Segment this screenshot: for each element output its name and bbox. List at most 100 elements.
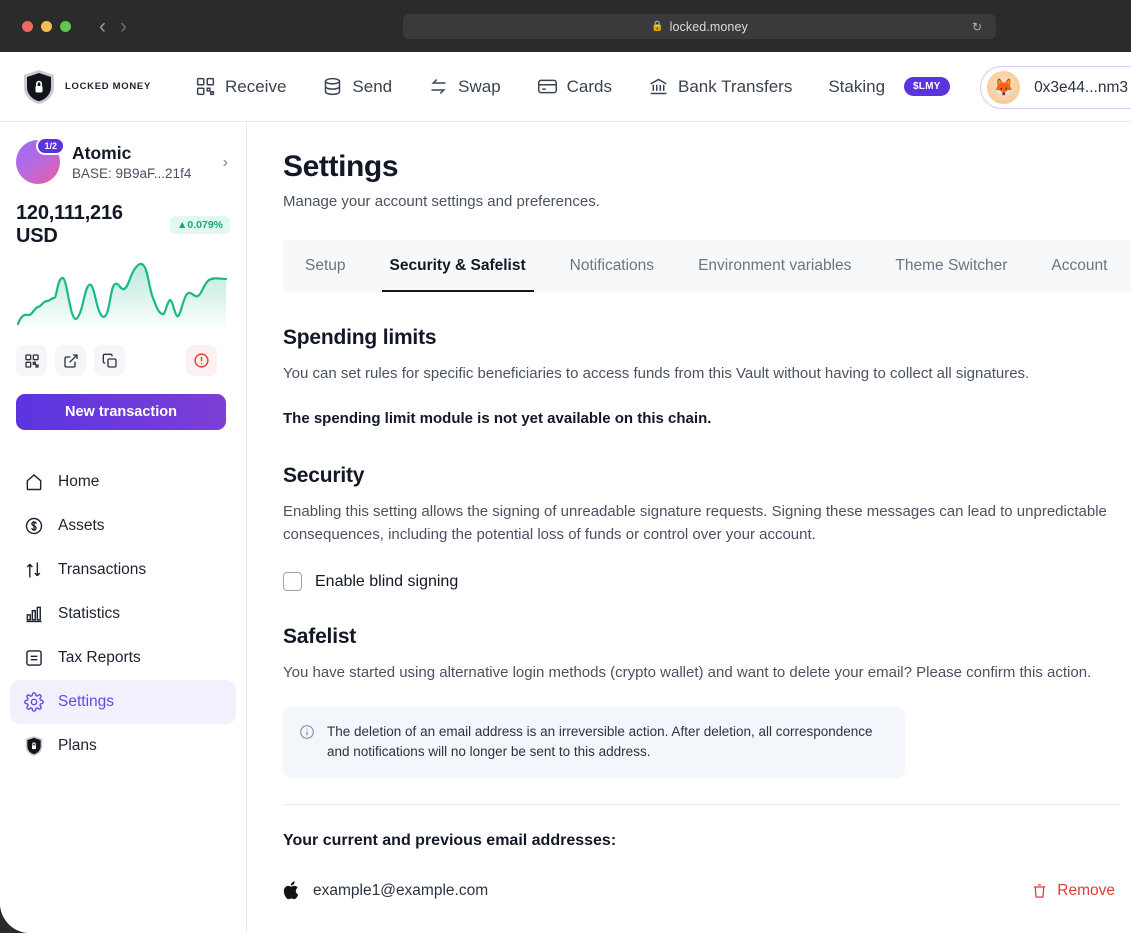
security-heading: Security <box>283 464 1121 488</box>
nav-label: Swap <box>458 77 501 97</box>
tab-setup[interactable]: Setup <box>283 240 368 292</box>
sidebar-item-label: Settings <box>58 693 114 711</box>
wallet-chip[interactable]: 🦊 0x3e44...nm3 <box>980 66 1131 109</box>
shield-lock-icon <box>24 735 44 757</box>
nav-item-swap[interactable]: Swap <box>410 65 519 109</box>
address-bar[interactable]: 🔒 locked.money ↻ <box>403 14 996 39</box>
sidebar-item-label: Tax Reports <box>58 649 141 667</box>
account-balance: 120,111,216 USD <box>16 202 158 248</box>
swap-arrows-icon <box>428 76 449 97</box>
tab-account[interactable]: Account <box>1029 240 1129 292</box>
copy-icon[interactable] <box>94 345 125 376</box>
page-title: Settings <box>283 150 1131 184</box>
safelist-description: You have started using alternative login… <box>283 662 1121 685</box>
balance-change-badge: ▲0.079% <box>170 216 230 234</box>
wallet-address: 0x3e44...nm3 <box>1034 79 1128 97</box>
reload-icon[interactable]: ↻ <box>972 20 982 34</box>
sidebar-item-label: Plans <box>58 737 97 755</box>
spending-limits-section: Spending limits You can set rules for sp… <box>283 326 1131 430</box>
tab-security-safelist[interactable]: Security & Safelist <box>368 240 548 292</box>
brand-logo[interactable]: LOCKED MONEY <box>22 69 151 105</box>
sidebar-item-assets[interactable]: Assets <box>10 504 236 548</box>
sidebar-nav-list: Home Assets Transactions <box>0 460 246 768</box>
brand-name: LOCKED MONEY <box>65 81 151 92</box>
nav-item-staking[interactable]: Staking $LMY <box>810 65 967 109</box>
info-circle-icon <box>299 724 315 740</box>
bank-icon <box>648 76 669 97</box>
nav-label: Receive <box>225 77 286 97</box>
nav-item-bank-transfers[interactable]: Bank Transfers <box>630 65 810 109</box>
sidebar-item-home[interactable]: Home <box>10 460 236 504</box>
trash-icon <box>1031 882 1048 899</box>
deletion-info-text: The deletion of an email address is an i… <box>327 722 889 764</box>
chevron-left-icon[interactable]: ‹ <box>99 16 106 37</box>
qr-code-icon <box>195 76 216 97</box>
blind-signing-row: Enable blind signing <box>283 572 1121 591</box>
gear-icon <box>24 692 44 712</box>
avatar: 1/2 <box>16 140 60 184</box>
nav-label: Staking <box>828 77 885 97</box>
account-header[interactable]: 1/2 Atomic BASE: 9B9aF...21f4 › <box>16 140 230 184</box>
minimize-window-button[interactable] <box>41 21 52 32</box>
enable-blind-signing-label: Enable blind signing <box>315 573 458 591</box>
new-transaction-button[interactable]: New transaction <box>16 394 226 430</box>
qr-code-icon[interactable] <box>16 345 47 376</box>
deletion-info-box: The deletion of an email address is an i… <box>283 707 905 779</box>
close-window-button[interactable] <box>22 21 33 32</box>
account-address: BASE: 9B9aF...21f4 <box>72 166 191 181</box>
nav-item-cards[interactable]: Cards <box>519 65 630 109</box>
nav-label: Bank Transfers <box>678 77 792 97</box>
lock-icon: 🔒 <box>651 21 663 32</box>
sidebar-item-settings[interactable]: Settings <box>10 680 236 724</box>
spending-limits-heading: Spending limits <box>283 326 1121 350</box>
apple-icon <box>283 880 301 901</box>
body-wrapper: 1/2 Atomic BASE: 9B9aF...21f4 › 120,111,… <box>0 122 1131 933</box>
sidebar-item-transactions[interactable]: Transactions <box>10 548 236 592</box>
credit-card-icon <box>537 76 558 97</box>
safelist-heading: Safelist <box>283 625 1121 649</box>
browser-nav-arrows: ‹ › <box>99 16 127 37</box>
page-subtitle: Manage your account settings and prefere… <box>283 193 1131 210</box>
chevron-right-icon[interactable]: › <box>223 154 228 172</box>
enable-blind-signing-checkbox[interactable] <box>283 572 302 591</box>
sidebar-item-statistics[interactable]: Statistics <box>10 592 236 636</box>
security-description: Enabling this setting allows the signing… <box>283 501 1121 546</box>
tab-environment-variables[interactable]: Environment variables <box>676 240 873 292</box>
maximize-window-button[interactable] <box>60 21 71 32</box>
transactions-arrows-icon <box>24 560 44 580</box>
nav-item-send[interactable]: Send <box>304 65 410 109</box>
emails-heading: Your current and previous email addresse… <box>283 832 1121 850</box>
signature-threshold-badge: 1/2 <box>36 137 65 155</box>
home-icon <box>24 472 44 492</box>
tab-theme-switcher[interactable]: Theme Switcher <box>873 240 1029 292</box>
main-content: Settings Manage your account settings an… <box>247 122 1131 933</box>
metamask-fox-icon: 🦊 <box>987 71 1020 104</box>
sidebar-item-label: Transactions <box>58 561 146 579</box>
alert-circle-icon[interactable] <box>186 345 217 376</box>
tab-notifications[interactable]: Notifications <box>548 240 676 292</box>
dollar-circle-icon <box>24 516 44 536</box>
email-list-item: example1@example.com Remove <box>283 880 1121 901</box>
nav-item-receive[interactable]: Receive <box>177 65 304 109</box>
remove-email-button[interactable]: Remove <box>1031 882 1121 900</box>
top-nav-items: Receive Send Swap <box>177 65 968 109</box>
window-traffic-lights <box>22 21 71 32</box>
staking-token-badge: $LMY <box>904 77 949 96</box>
page-canvas: LOCKED MONEY Receive <box>0 52 1131 933</box>
spending-limits-description: You can set rules for specific beneficia… <box>283 363 1121 386</box>
sidebar-item-label: Assets <box>58 517 105 535</box>
divider <box>283 804 1121 805</box>
sidebar-item-plans[interactable]: Plans <box>10 724 236 768</box>
sidebar: 1/2 Atomic BASE: 9B9aF...21f4 › 120,111,… <box>0 122 247 933</box>
bar-chart-icon <box>24 604 44 624</box>
nav-label: Send <box>352 77 392 97</box>
settings-tabs: Setup Security & Safelist Notifications … <box>283 240 1131 292</box>
safelist-section: Safelist You have started using alternat… <box>283 625 1131 901</box>
url-text: locked.money <box>670 20 748 34</box>
sidebar-item-label: Home <box>58 473 99 491</box>
app-root: ‹ › 🔒 locked.money ↻ LOCKED MONEY <box>0 0 1131 933</box>
chevron-right-icon[interactable]: › <box>120 16 127 37</box>
account-action-icons <box>16 345 230 376</box>
sidebar-item-tax-reports[interactable]: Tax Reports <box>10 636 236 680</box>
external-link-icon[interactable] <box>55 345 86 376</box>
